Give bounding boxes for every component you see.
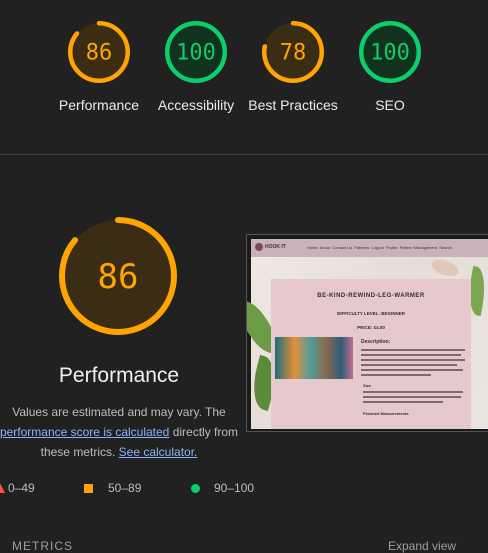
product-difficulty: DIFFICULTY LEVEL: BEGINNER xyxy=(336,311,406,316)
seo-score-gauge[interactable]: 100 xyxy=(358,20,422,84)
performance-title: Performance xyxy=(58,364,180,387)
product-image xyxy=(275,337,353,379)
metrics-header: METRICS xyxy=(12,539,73,553)
average-square-icon xyxy=(84,484,93,493)
performance-score-gauge[interactable]: 86 xyxy=(67,20,131,84)
score-calculation-link[interactable]: performance score is calculated xyxy=(0,425,169,439)
flower-decoration xyxy=(429,256,461,280)
size-heading: Size xyxy=(363,383,372,388)
nav-pattern-management: Pattern Management xyxy=(399,245,437,250)
pass-circle-icon xyxy=(191,484,200,493)
text-line xyxy=(361,369,463,371)
legend-pass-range: 90–100 xyxy=(214,481,255,495)
performance-score-value: 86 xyxy=(86,41,113,66)
best-practices-label[interactable]: Best Practices xyxy=(238,95,348,115)
description-text-1: Values are estimated and may vary. The xyxy=(12,405,226,419)
text-line xyxy=(361,374,431,376)
see-calculator-link[interactable]: See calculator. xyxy=(119,445,198,459)
product-price: PRICE: €4.00 xyxy=(357,325,385,330)
text-line xyxy=(361,364,457,366)
site-name: HOOK IT xyxy=(265,244,286,250)
thumbnail-nav-links: Home About Contact Us Patterns Logout Pr… xyxy=(307,245,488,250)
text-line xyxy=(363,401,443,403)
nav-search: Search xyxy=(439,245,452,250)
product-card: BE-KIND-REWIND-LEG-WARMER DIFFICULTY LEV… xyxy=(271,279,471,429)
nav-home: Home xyxy=(307,245,318,250)
text-line xyxy=(361,359,465,361)
accessibility-label[interactable]: Accessibility xyxy=(141,95,251,115)
site-logo-icon xyxy=(255,243,263,251)
thumbnail-navbar: HOOK IT Home About Contact Us Patterns L… xyxy=(251,239,488,257)
expand-view-toggle[interactable]: Expand view xyxy=(388,539,456,553)
nav-patterns: Patterns xyxy=(354,245,370,250)
nav-profile: Profile xyxy=(386,245,398,250)
text-line xyxy=(361,349,465,351)
legend-average-range: 50–89 xyxy=(108,481,142,495)
performance-description: Values are estimated and may vary. The p… xyxy=(0,402,242,462)
best-practices-score-value: 78 xyxy=(280,41,307,66)
final-screenshot-thumbnail[interactable]: HOOK IT Home About Contact Us Patterns L… xyxy=(246,234,488,432)
nav-logout: Logout xyxy=(371,245,384,250)
accessibility-score-gauge[interactable]: 100 xyxy=(164,20,228,84)
text-line xyxy=(361,354,461,356)
best-practices-score-gauge[interactable]: 78 xyxy=(261,20,325,84)
thumbnail-hero: BE-KIND-REWIND-LEG-WARMER DIFFICULTY LEV… xyxy=(247,256,488,429)
performance-label[interactable]: Performance xyxy=(44,95,154,115)
section-divider xyxy=(0,154,488,155)
fail-triangle-icon xyxy=(0,483,5,493)
finished-measurements-heading: Finished Measurements xyxy=(363,411,409,416)
performance-main-score-value: 86 xyxy=(98,257,139,297)
nav-about: About xyxy=(319,245,331,250)
nav-contact: Contact Us xyxy=(332,245,353,250)
text-line xyxy=(363,396,461,398)
seo-score-value: 100 xyxy=(370,41,410,66)
performance-main-gauge: 86 xyxy=(58,216,178,336)
product-title: BE-KIND-REWIND-LEG-WARMER xyxy=(317,293,425,299)
description-heading: Description: xyxy=(361,339,391,345)
accessibility-score-value: 100 xyxy=(176,41,216,66)
seo-label[interactable]: SEO xyxy=(335,95,445,115)
text-line xyxy=(363,391,463,393)
legend-fail-range: 0–49 xyxy=(8,481,35,495)
